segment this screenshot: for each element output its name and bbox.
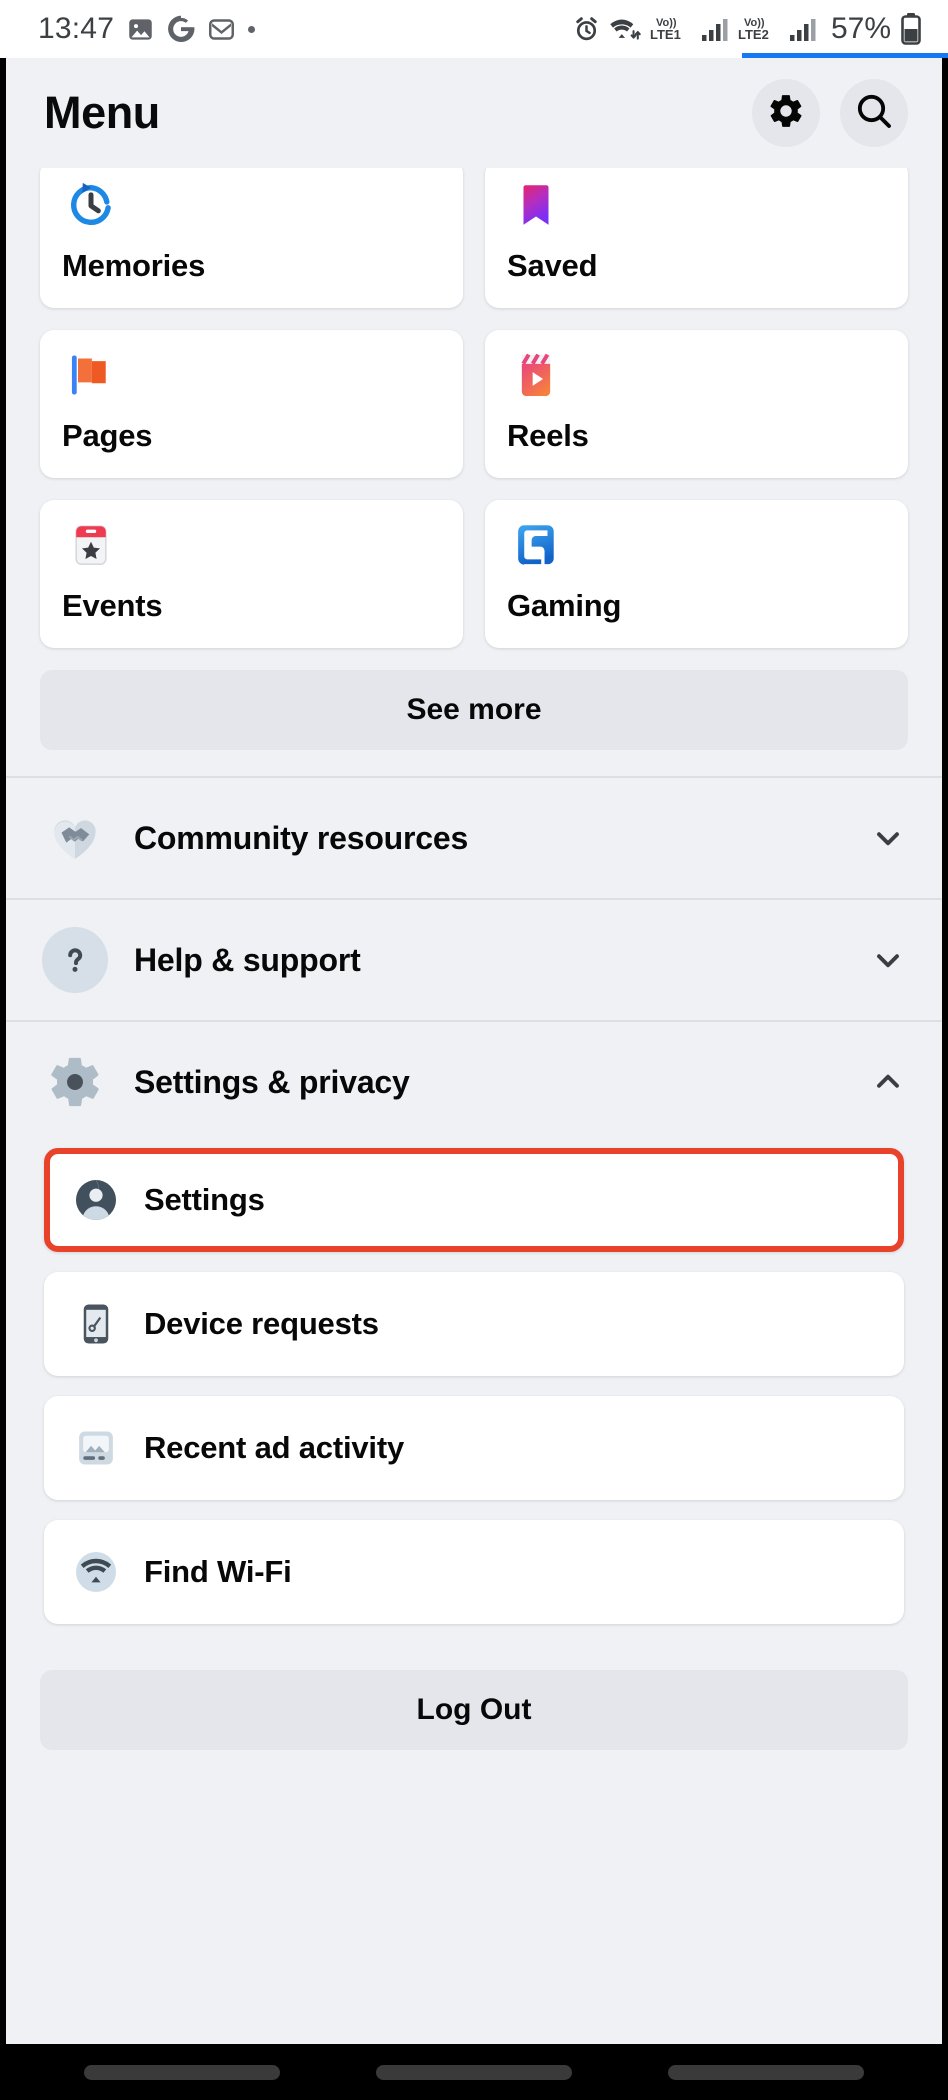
section-label: Community resources xyxy=(134,819,469,856)
section-settings-privacy[interactable]: Settings & privacy xyxy=(6,1022,942,1142)
tile-gaming[interactable]: Gaming xyxy=(485,500,908,648)
events-calendar-icon xyxy=(62,516,120,574)
tile-label: Memories xyxy=(62,248,206,283)
section-help-support[interactable]: Help & support xyxy=(6,900,942,1020)
facebook-menu-screen: Menu Memories Saved Pages Reels Events G… xyxy=(6,58,942,2044)
pages-flag-icon xyxy=(62,346,120,404)
submenu-item-settings[interactable]: Settings xyxy=(44,1148,904,1252)
back-button[interactable] xyxy=(668,2064,864,2080)
shortcuts-grid: Memories Saved Pages Reels Events Gaming xyxy=(6,168,942,648)
section-label: Settings & privacy xyxy=(134,1063,410,1100)
chevron-down-icon[interactable] xyxy=(870,942,906,978)
tile-reels[interactable]: Reels xyxy=(485,330,908,478)
search-icon xyxy=(854,91,894,136)
volte1-icon: Vo)) LTE1 xyxy=(650,14,692,44)
photos-icon xyxy=(127,16,154,43)
tile-label: Events xyxy=(62,588,163,623)
phone-key-icon xyxy=(70,1298,122,1350)
saved-bookmark-icon xyxy=(507,176,565,234)
chevron-up-icon[interactable] xyxy=(870,1064,906,1100)
handshake-heart-icon xyxy=(42,805,108,871)
submenu-item-label: Settings xyxy=(144,1182,265,1217)
battery-percent: 57% xyxy=(830,12,891,45)
submenu-item-label: Device requests xyxy=(144,1306,379,1341)
logout-wrap: Log Out xyxy=(6,1624,942,1780)
status-bar-right: Vo)) LTE1 Vo)) LTE2 57% xyxy=(573,12,922,46)
section-label: Help & support xyxy=(134,941,361,978)
account-avatar-icon xyxy=(70,1174,122,1226)
memories-clock-icon xyxy=(62,176,120,234)
wifi-icon xyxy=(609,16,641,43)
search-button[interactable] xyxy=(840,79,908,147)
recents-button[interactable] xyxy=(84,2064,280,2080)
reels-clapper-icon xyxy=(507,346,565,404)
battery-icon xyxy=(900,13,922,45)
wifi-circle-icon xyxy=(70,1546,122,1598)
ad-activity-icon xyxy=(70,1422,122,1474)
see-more-wrap: See more xyxy=(6,648,942,776)
tile-label: Reels xyxy=(507,418,589,453)
status-bar: 13:47 Vo)) LTE1 Vo)) LTE2 57% xyxy=(0,0,948,58)
status-time: 13:47 xyxy=(38,12,115,45)
dot-icon xyxy=(248,25,256,33)
gear-gray-icon xyxy=(42,1049,108,1115)
see-more-button[interactable]: See more xyxy=(40,670,908,750)
home-button[interactable] xyxy=(376,2064,572,2080)
tile-pages[interactable]: Pages xyxy=(40,330,463,478)
settings-privacy-submenu: Settings Device requests Recent ad activ… xyxy=(6,1148,942,1624)
google-icon xyxy=(167,15,195,43)
settings-gear-button[interactable] xyxy=(752,79,820,147)
gear-icon xyxy=(767,92,805,135)
svg-text:LTE1: LTE1 xyxy=(650,27,681,42)
app-header: Menu xyxy=(6,58,942,168)
status-bar-left: 13:47 xyxy=(38,12,256,46)
section-community-resources[interactable]: Community resources xyxy=(6,778,942,898)
header-actions xyxy=(752,79,908,147)
menu-scroll-area[interactable]: Memories Saved Pages Reels Events Gaming… xyxy=(6,168,942,2044)
logout-button[interactable]: Log Out xyxy=(40,1670,908,1750)
chevron-down-icon[interactable] xyxy=(870,820,906,856)
status-bar-accent-line xyxy=(742,53,948,58)
page-title: Menu xyxy=(44,87,160,138)
tile-label: Saved xyxy=(507,248,598,283)
gmail-icon xyxy=(208,16,235,43)
alarm-icon xyxy=(573,16,600,43)
tile-saved[interactable]: Saved xyxy=(485,168,908,308)
submenu-item-device-requests[interactable]: Device requests xyxy=(44,1272,904,1376)
tile-label: Pages xyxy=(62,418,153,453)
submenu-item-label: Recent ad activity xyxy=(144,1430,405,1465)
signal1-icon xyxy=(701,16,729,43)
submenu-item-recent-ad-activity[interactable]: Recent ad activity xyxy=(44,1396,904,1500)
submenu-item-label: Find Wi-Fi xyxy=(144,1554,292,1589)
tile-events[interactable]: Events xyxy=(40,500,463,648)
submenu-item-find-wifi[interactable]: Find Wi-Fi xyxy=(44,1520,904,1624)
tile-label: Gaming xyxy=(507,588,622,623)
question-circle-icon xyxy=(42,927,108,993)
device-screen: 13:47 Vo)) LTE1 Vo)) LTE2 57% Menu Memor… xyxy=(0,0,948,2100)
app-frame: Menu Memories Saved Pages Reels Events G… xyxy=(0,58,948,2044)
system-nav-bar xyxy=(0,2044,948,2100)
gaming-controller-icon xyxy=(507,516,565,574)
tile-memories[interactable]: Memories xyxy=(40,168,463,308)
volte2-icon: Vo)) LTE2 xyxy=(738,14,780,44)
signal2-icon xyxy=(789,16,817,43)
svg-text:LTE2: LTE2 xyxy=(738,27,769,42)
